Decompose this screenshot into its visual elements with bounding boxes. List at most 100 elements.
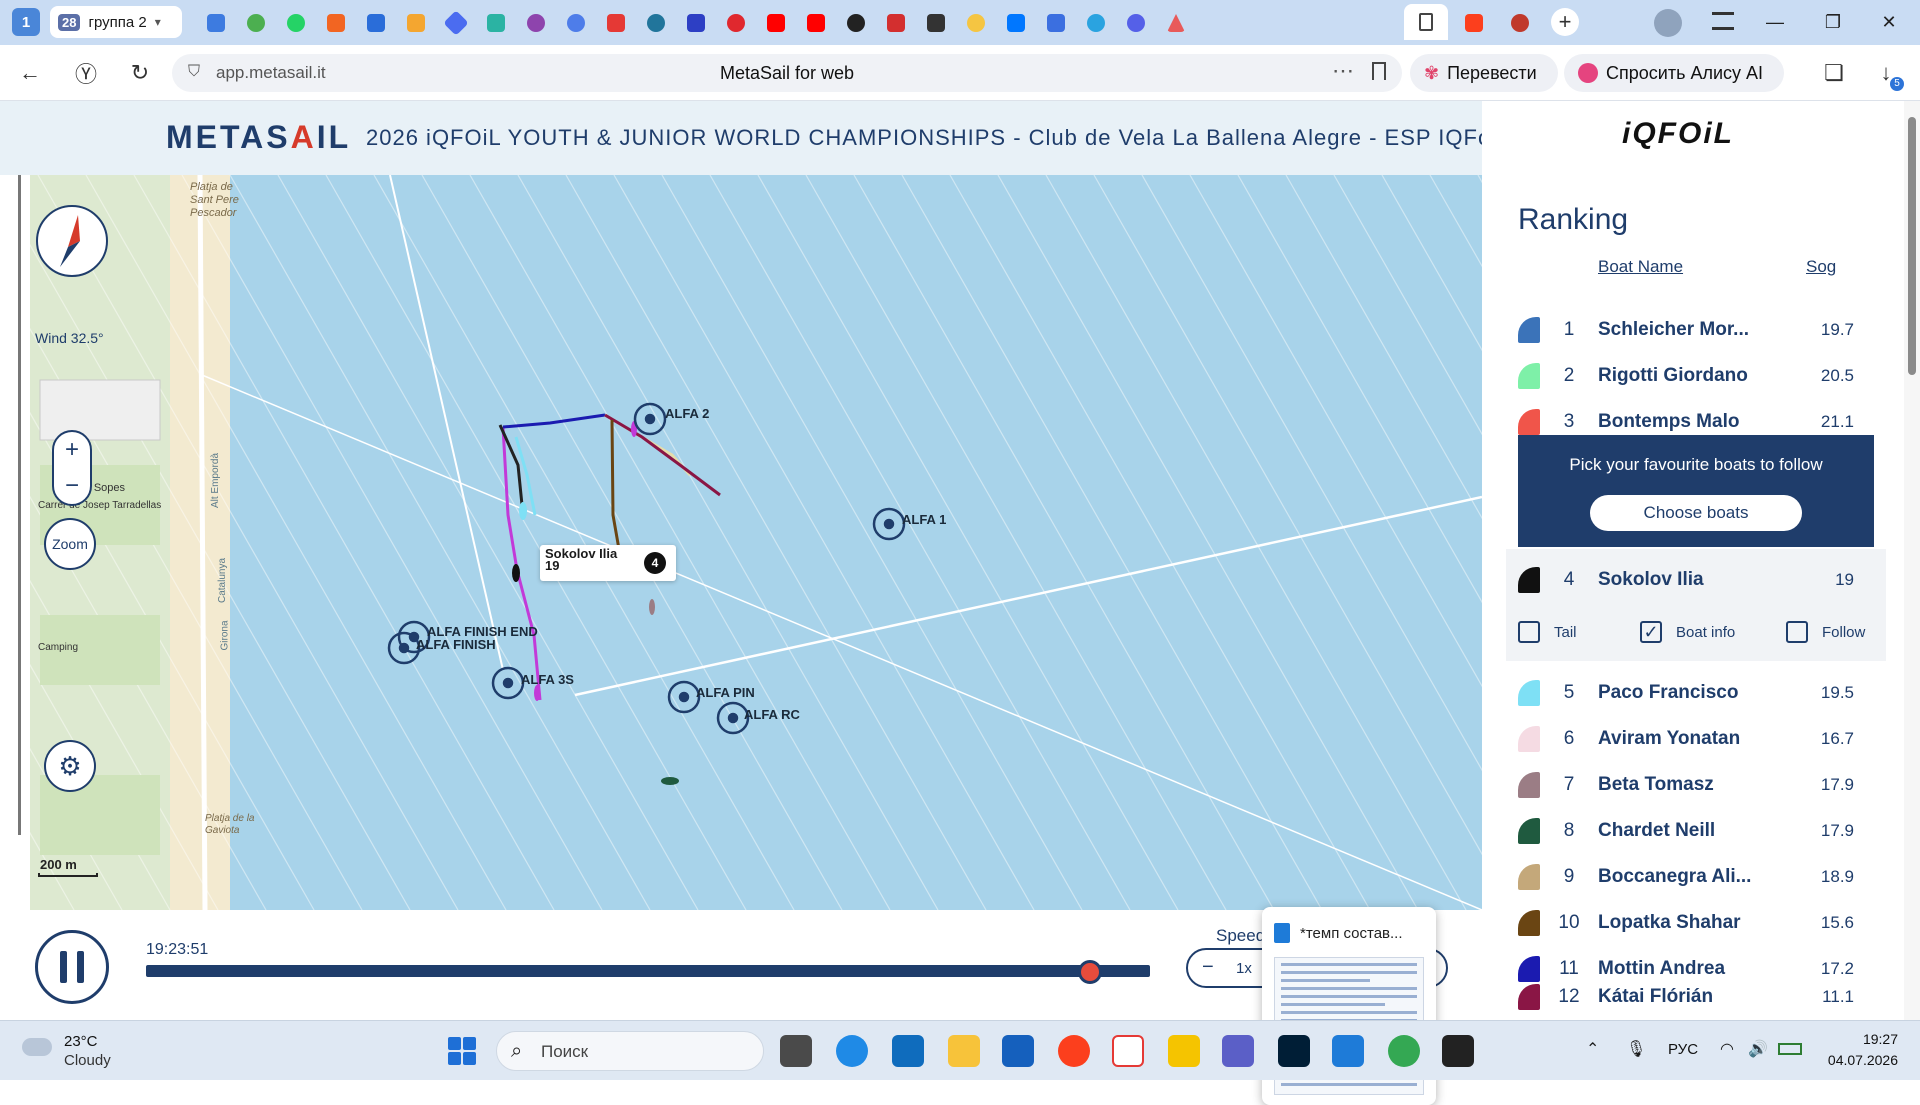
yandex-y-icon[interactable]: Ⓨ (70, 57, 102, 89)
ranking-row[interactable]: 5 Paco Francisco 19.5 (1518, 670, 1862, 716)
volume-icon[interactable]: 🔊 (1748, 1039, 1768, 1059)
tail-option[interactable]: Tail (1518, 620, 1577, 644)
app-h-icon[interactable] (1442, 1035, 1474, 1067)
tab-youtube-1[interactable] (756, 5, 796, 41)
tab-sun[interactable] (956, 5, 996, 41)
tab-red-avatar[interactable] (1500, 5, 1540, 41)
zoom-button[interactable]: Zoom (44, 518, 96, 570)
ranking-row[interactable]: 2 Rigotti Giordano 20.5 (1518, 353, 1862, 399)
race-map[interactable]: ALFA 2 ALFA 1 ALFA FINISH END ALFA FINIS… (30, 175, 1482, 910)
tab-diamond[interactable] (436, 5, 476, 41)
chrome-icon[interactable] (1388, 1035, 1420, 1067)
weather-temp[interactable]: 23°C (64, 1033, 98, 1050)
speed-decrease-button[interactable]: − (1202, 956, 1214, 979)
zoom-out-button[interactable]: − (54, 468, 90, 504)
metasail-logo[interactable]: METASAIL (166, 119, 351, 156)
menu-icon[interactable] (1712, 12, 1734, 30)
map-scrollbar[interactable] (18, 175, 26, 835)
taskbar-search[interactable]: ⌕ Поиск (496, 1031, 764, 1071)
ranking-row[interactable]: 10 Lopatka Shahar 15.6 (1518, 900, 1862, 946)
tab-telegram[interactable] (1076, 5, 1116, 41)
tab-u[interactable] (556, 5, 596, 41)
back-arrow-icon[interactable]: ← (14, 57, 46, 89)
profile-avatar[interactable] (1654, 9, 1682, 37)
tab-clock[interactable] (836, 5, 876, 41)
ranking-row[interactable]: 9 Boccanegra Ali... 18.9 (1518, 854, 1862, 900)
store-icon[interactable] (1002, 1035, 1034, 1067)
zoom-in-button[interactable]: + (54, 432, 90, 468)
weather-condition[interactable]: Cloudy (64, 1052, 111, 1069)
tab-star[interactable] (876, 5, 916, 41)
compass-button[interactable] (36, 205, 108, 277)
tail-checkbox[interactable] (1518, 621, 1540, 643)
explorer-icon[interactable] (948, 1035, 980, 1067)
tab-yandex[interactable] (1454, 5, 1494, 41)
tab-triangle[interactable] (1156, 5, 1196, 41)
tab-purple[interactable] (516, 5, 556, 41)
tab-figure[interactable] (916, 5, 956, 41)
minimize-button[interactable]: — (1752, 0, 1798, 45)
tab-red-1[interactable] (716, 5, 756, 41)
photoshop-icon[interactable] (1278, 1035, 1310, 1067)
tab-vk[interactable] (996, 5, 1036, 41)
clock-time[interactable]: 19:27 (1838, 1031, 1898, 1047)
settings-gear-icon[interactable]: ⚙ (44, 740, 96, 792)
outlook-icon[interactable] (892, 1035, 924, 1067)
tab-mk[interactable] (596, 5, 636, 41)
bookmark-icon[interactable] (1372, 62, 1386, 80)
follow-option[interactable]: Follow (1786, 620, 1865, 644)
edge-icon[interactable] (836, 1035, 868, 1067)
tab-ring[interactable] (1116, 5, 1156, 41)
chevron-up-icon[interactable]: ⌃ (1586, 1039, 1599, 1059)
tab-green[interactable] (236, 5, 276, 41)
reload-icon[interactable]: ↻ (124, 57, 156, 89)
taskview-icon[interactable] (780, 1035, 812, 1067)
tab-teal[interactable] (476, 5, 516, 41)
ranking-row[interactable]: 7 Beta Tomasz 17.9 (1518, 762, 1862, 808)
battery-icon[interactable] (1778, 1043, 1802, 1055)
more-icon[interactable]: ⋯ (1332, 58, 1354, 84)
tab-whatsapp[interactable] (276, 5, 316, 41)
follow-checkbox[interactable] (1786, 621, 1808, 643)
translate-button[interactable]: ✾ Перевести (1410, 54, 1558, 92)
active-tab[interactable] (1404, 4, 1448, 40)
sidebar-scrollbar[interactable] (1904, 101, 1920, 1020)
notepad-taskbar-icon[interactable] (1332, 1035, 1364, 1067)
tab-wordpress[interactable] (636, 5, 676, 41)
workspace-badge[interactable]: 1 (12, 8, 40, 36)
microphone-icon[interactable]: 🎙 (1626, 1039, 1646, 1059)
progress-knob[interactable] (1077, 960, 1102, 984)
tab-mail[interactable] (396, 5, 436, 41)
alice-button[interactable]: Спросить Алису AI (1564, 54, 1784, 92)
ranking-row[interactable]: 1 Schleicher Mor... 19.7 (1518, 307, 1862, 353)
yandex-browser-icon[interactable] (1112, 1035, 1144, 1067)
tab-navy[interactable] (676, 5, 716, 41)
tab-blue-pen[interactable] (356, 5, 396, 41)
tab-pause[interactable] (1036, 5, 1076, 41)
new-tab-button[interactable]: + (1551, 8, 1579, 36)
collections-icon[interactable]: ❏ (1818, 57, 1850, 89)
boat-info-checkbox[interactable]: ✓ (1640, 621, 1662, 643)
clock-date[interactable]: 04.07.2026 (1818, 1052, 1898, 1068)
col-boat-name[interactable]: Boat Name (1598, 257, 1683, 277)
close-button[interactable]: ✕ (1866, 0, 1912, 45)
ranking-row-selected[interactable]: 4 Sokolov Ilia 19 (1518, 557, 1862, 603)
progress-track[interactable] (146, 965, 1150, 977)
language-indicator[interactable]: РУС (1668, 1041, 1698, 1058)
app-icon[interactable] (1168, 1035, 1200, 1067)
sidebar-scroll-thumb[interactable] (1908, 117, 1916, 375)
col-sog[interactable]: Sog (1806, 257, 1836, 277)
tab-shield[interactable] (196, 5, 236, 41)
teams-icon[interactable] (1222, 1035, 1254, 1067)
wifi-icon[interactable]: ◠ (1720, 1039, 1734, 1059)
ranking-row[interactable]: 8 Chardet Neill 17.9 (1518, 808, 1862, 854)
ranking-row[interactable]: 6 Aviram Yonatan 16.7 (1518, 716, 1862, 762)
boat-info-option[interactable]: ✓ Boat info (1640, 620, 1735, 644)
tab-orange[interactable] (316, 5, 356, 41)
url-field[interactable]: ⛉ app.metasail.it MetaSail for web ⋯ (172, 54, 1402, 92)
choose-boats-button[interactable]: Choose boats (1590, 495, 1802, 531)
ranking-row[interactable]: 12 Kátai Flórián 11.1 (1518, 974, 1862, 1020)
pause-button[interactable] (35, 930, 109, 1004)
yandex-icon[interactable] (1058, 1035, 1090, 1067)
tab-youtube-2[interactable] (796, 5, 836, 41)
